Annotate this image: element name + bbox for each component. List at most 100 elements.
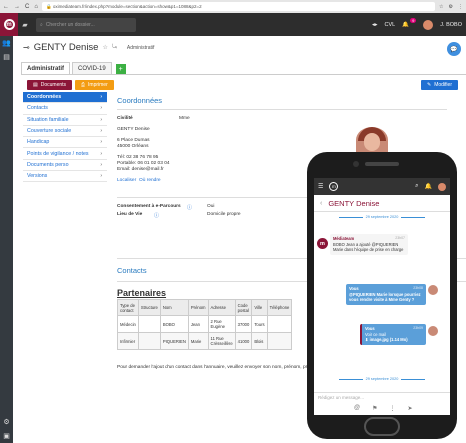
user-name[interactable]: J. BOBO xyxy=(440,22,462,28)
print-button[interactable]: ⎙ Imprimer xyxy=(75,80,114,90)
table-cell: Marie xyxy=(187,332,209,350)
consent-value: Oui xyxy=(207,204,215,209)
bell-icon[interactable]: 🔔 xyxy=(425,183,432,190)
menu-item-coordonnees[interactable]: Coordonnées › xyxy=(23,92,107,104)
hamburger-icon[interactable]: ☰ xyxy=(318,183,323,190)
table-row[interactable]: Médecin BOBO Jean 2 Rue Eugène 37000 Tours xyxy=(117,315,293,333)
table-body: Médecin BOBO Jean 2 Rue Eugène 37000 Tours Inf… xyxy=(117,315,293,350)
mobile-header-right: ⌕ 🔔 xyxy=(415,182,446,191)
print-icon: ⎙ xyxy=(81,82,86,88)
header-search[interactable]: ⌕ Chercher un dossier... xyxy=(36,17,136,32)
left-rail: 👥 ▤ ⚙ ▣ xyxy=(0,36,13,443)
mobile-header: ☰ m ⌕ 🔔 xyxy=(314,178,450,195)
documents-button[interactable]: ▤ Documents xyxy=(27,80,73,90)
chevron-right-icon: › xyxy=(100,116,102,123)
users-icon[interactable]: 👥 xyxy=(0,36,13,50)
menu-item-contacts[interactable]: Contacts › xyxy=(23,103,107,115)
menu-label: Points de vigilance / notes xyxy=(27,150,89,157)
forward-icon[interactable]: → xyxy=(14,4,20,10)
user-avatar[interactable] xyxy=(423,19,434,30)
message-bubble: Médiateam 23h07 BOBO Jean a ajouté @PIQU… xyxy=(330,234,408,255)
menu-item-versions[interactable]: Versions › xyxy=(23,171,107,183)
home-icon[interactable]: ⌂ xyxy=(34,4,38,10)
info-icon[interactable]: ⓘ xyxy=(187,204,192,211)
search-placeholder: Chercher un dossier... xyxy=(45,21,95,28)
file-icon[interactable]: ▤ xyxy=(0,50,13,64)
notification-bell-icon[interactable]: 🔔 xyxy=(402,22,409,28)
arrows-icon[interactable]: ◂▸ xyxy=(372,22,378,28)
back-chevron-icon[interactable]: ‹ xyxy=(320,200,322,207)
extension-icon[interactable]: ⚙ xyxy=(449,4,453,10)
chat-fab-button[interactable]: 💬 xyxy=(447,42,461,56)
search-icon[interactable]: ⌕ xyxy=(415,183,418,190)
phone-home-button[interactable] xyxy=(364,417,400,436)
message-composer[interactable]: Rédigez un message... @ ⚑ ⋮ ➤ xyxy=(314,392,450,415)
message-time: 23h07 xyxy=(395,236,405,240)
menu-icon[interactable]: ⋮ xyxy=(458,4,463,10)
reload-icon[interactable]: C xyxy=(25,4,29,10)
app-logo[interactable]: m xyxy=(0,13,18,36)
menu-item-situation[interactable]: Situation familiale › xyxy=(23,115,107,126)
phone-screen: ☰ m ⌕ 🔔 ‹ GENTY Denise 29 septembre 2020… xyxy=(314,178,450,415)
menu-label: Documents perso xyxy=(27,161,69,168)
patient-name: GENTY Denise xyxy=(117,127,150,132)
chat-icon[interactable]: ▣ xyxy=(0,429,13,443)
share-icon[interactable]: ⤿ xyxy=(112,44,117,51)
consent-label: Consentement à e-Parcours xyxy=(117,204,181,209)
edit-button[interactable]: ✎ Modifier xyxy=(421,80,458,90)
living-place-label: Lieu de Vie xyxy=(117,212,143,217)
breadcrumb[interactable]: Administratif xyxy=(127,45,155,51)
table-header-cell: Nom xyxy=(159,299,189,316)
flag-icon[interactable]: ⚑ xyxy=(372,405,377,412)
menu-label: Versions xyxy=(27,173,48,180)
message-text: BOBO Jean a ajouté @PIQUERIEN Marie dans… xyxy=(333,241,404,253)
message-bubble: Vous 23h09 Voir ce mail ⬇ image.jpg (1.1… xyxy=(360,324,426,345)
table-header-row: Type de contact Structure Nom Prénom Adresse… xyxy=(117,299,293,316)
folder-icon[interactable]: ▰ xyxy=(18,21,32,29)
chevron-right-icon: › xyxy=(100,161,102,168)
table-header-cell: Type de contact xyxy=(117,299,139,316)
star-icon[interactable]: ☆ xyxy=(439,4,443,10)
contact-footnote: Pour demander l'ajout d'un contact dans … xyxy=(117,365,336,370)
attachment-link[interactable]: ⬇ image.jpg (1.14 Mo) xyxy=(365,337,423,343)
partners-heading: Partenaires xyxy=(117,288,167,298)
directions-link[interactable]: Où rendre xyxy=(139,178,161,183)
settings-icon[interactable]: ⚙ xyxy=(0,415,13,429)
logo-m-icon: m xyxy=(3,19,15,30)
section-menu: Coordonnées › Contacts › Situation familia… xyxy=(23,92,107,183)
table-row[interactable]: Infirmier PIQUERIEN Marie 11 Rue Crèsseillè… xyxy=(117,332,293,350)
mention-icon[interactable]: @ xyxy=(354,405,360,412)
table-cell: 11 Rue Crèsseillère xyxy=(207,332,236,350)
star-outline-icon[interactable]: ☆ xyxy=(102,44,107,51)
phone-camera xyxy=(353,161,359,167)
table-header-cell: Prénom xyxy=(187,299,209,316)
address-bar[interactable]: 🔒 oximediateam.fr/index.php?module=secti… xyxy=(41,2,436,11)
menu-item-vigilance[interactable]: Points de vigilance / notes › xyxy=(23,148,107,160)
mobile-logo[interactable]: m xyxy=(329,182,339,191)
cvl-selector[interactable]: CVL xyxy=(385,22,396,28)
locate-link[interactable]: Localiser xyxy=(117,178,136,183)
phone-number: Tél: 02 38 76 78 95 xyxy=(117,155,159,160)
more-icon[interactable]: ⋮ xyxy=(389,405,395,412)
divider xyxy=(117,109,447,110)
date-separator: 29 septembre 2020 xyxy=(314,215,450,219)
browser-nav: ← → C ⌂ xyxy=(3,4,38,10)
caregiver-photo xyxy=(356,127,388,153)
document-icon: ▤ xyxy=(33,82,38,88)
send-icon[interactable]: ➤ xyxy=(407,405,412,412)
partners-table: Type de contact Structure Nom Prénom Adresse… xyxy=(117,299,293,350)
menu-item-documents[interactable]: Documents perso › xyxy=(23,160,107,172)
civility-label: Civilité xyxy=(117,116,133,121)
lock-icon: 🔒 xyxy=(45,3,53,9)
table-header-cell: Ville xyxy=(251,299,268,316)
user-avatar[interactable] xyxy=(438,182,446,191)
pin-icon[interactable]: ⊸ xyxy=(23,43,30,52)
menu-item-handicap[interactable]: Handicap › xyxy=(23,137,107,149)
info-icon[interactable]: ⓘ xyxy=(154,212,159,219)
add-tab-button[interactable]: + xyxy=(115,64,126,74)
notification-badge: 9 xyxy=(410,18,417,23)
menu-item-couverture[interactable]: Couverture sociale › xyxy=(23,126,107,138)
phone-speaker xyxy=(365,162,399,166)
menu-label: Handicap xyxy=(27,139,50,146)
back-icon[interactable]: ← xyxy=(3,4,9,10)
